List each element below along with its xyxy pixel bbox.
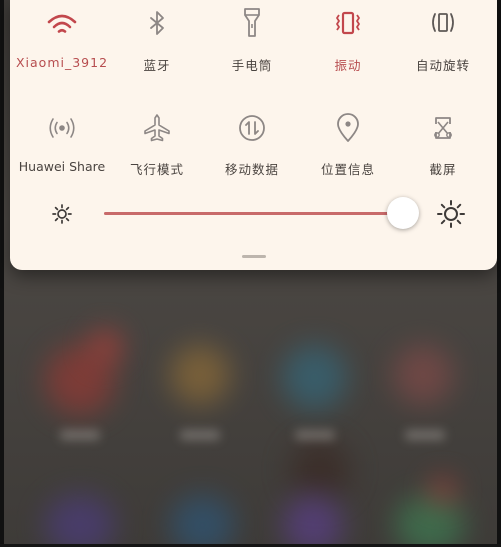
phone-screen: Xiaomi_3912 蓝牙 手电筒 振动 自动旋转 Huawei Share … [0,0,501,547]
brightness-slider-fill [104,212,403,215]
bluetooth-icon [150,11,164,35]
tile-label: 手电筒 [231,58,273,73]
flashlight-icon [244,8,260,37]
tile-mobile-data[interactable]: 移动数据 [202,110,302,178]
panel-drag-handle[interactable] [242,255,266,258]
quick-settings-panel: Xiaomi_3912 蓝牙 手电筒 振动 自动旋转 Huawei Share … [10,0,497,270]
tile-auto-rotate[interactable]: 自动旋转 [393,6,493,74]
blurred-app-icon [430,478,455,503]
blurred-app-icon [90,330,122,362]
tile-airplane-mode[interactable]: 飞行模式 [107,110,207,178]
brightness-low-icon [52,204,72,224]
screen-edge [497,0,501,547]
vibrate-icon [336,11,360,35]
tile-label: 飞行模式 [129,162,184,177]
tile-huawei-share[interactable]: Huawei Share [12,110,112,174]
tile-location[interactable]: 位置信息 [298,110,398,178]
blurred-app-label [60,430,100,440]
screen-edge [0,0,4,547]
blurred-app-label [405,430,445,440]
blurred-app-label [180,430,220,440]
tile-label: 截屏 [429,162,457,177]
blurred-app-icon [283,495,343,547]
tile-bluetooth[interactable]: 蓝牙 [107,6,207,74]
blurred-app-icon [45,495,115,547]
tile-vibrate[interactable]: 振动 [298,6,398,74]
tile-label: Xiaomi_3912 [15,55,109,70]
blurred-app-icon [170,495,235,547]
huawei-share-icon [49,118,75,138]
location-icon [337,113,359,142]
blurred-app-icon [282,345,347,410]
wifi-icon [47,14,77,33]
brightness-high-icon [437,200,465,228]
brightness-slider-thumb[interactable] [386,197,419,229]
brightness-slider[interactable] [104,197,419,229]
tile-label: 蓝牙 [143,58,171,73]
blurred-app-icon [170,345,230,405]
blurred-app-label [295,430,335,440]
airplane-icon [144,114,170,142]
tile-label: 移动数据 [224,162,279,177]
tile-flashlight[interactable]: 手电筒 [202,6,302,74]
auto-rotate-icon [432,13,454,32]
blurred-app-icon [290,440,350,500]
tile-label: 自动旋转 [415,58,470,73]
tile-screenshot[interactable]: 截屏 [393,110,493,178]
tile-label: 振动 [334,58,362,73]
blurred-app-icon [395,495,465,547]
tile-label: 位置信息 [320,162,375,177]
tile-label: Huawei Share [18,159,106,174]
blurred-app-icon [393,345,453,405]
mobile-data-icon [239,115,265,141]
screenshot-icon [434,117,452,139]
tile-wifi[interactable]: Xiaomi_3912 [12,6,112,70]
